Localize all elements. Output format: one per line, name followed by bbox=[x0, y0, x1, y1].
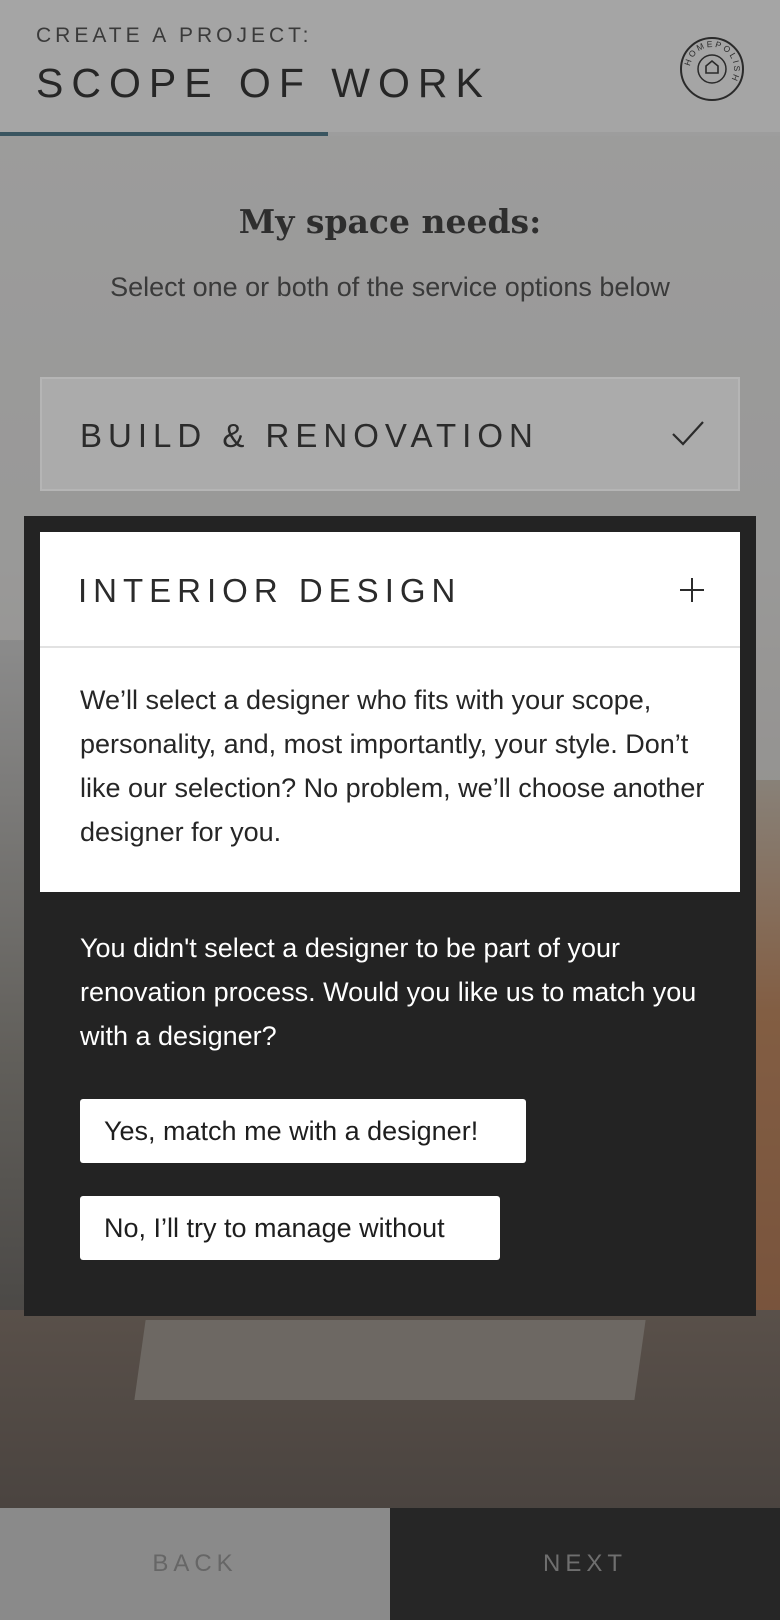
option-label: INTERIOR DESIGN bbox=[78, 572, 462, 609]
section-heading: My space needs: bbox=[238, 202, 542, 241]
next-button[interactable]: NEXT bbox=[390, 1508, 780, 1620]
plus-icon[interactable] bbox=[678, 576, 706, 604]
progress-bar bbox=[0, 132, 780, 136]
designer-match-modal: INTERIOR DESIGN We’ll select a designer … bbox=[24, 516, 756, 1316]
option-description: We’ll select a designer who fits with yo… bbox=[80, 685, 705, 847]
option-build-renovation[interactable]: BUILD & RENOVATION bbox=[40, 377, 740, 491]
option-header: INTERIOR DESIGN bbox=[40, 532, 740, 648]
page-header: CREATE A PROJECT: SCOPE OF WORK HOMEPOLI… bbox=[0, 0, 780, 136]
homepolish-logo-icon[interactable]: HOMEPOLISH bbox=[678, 35, 746, 103]
progress-bar-fill bbox=[0, 132, 328, 136]
checkmark-icon bbox=[672, 421, 704, 446]
option-label: BUILD & RENOVATION bbox=[80, 417, 539, 454]
option-interior-design[interactable]: INTERIOR DESIGN We’ll select a designer … bbox=[40, 532, 740, 892]
header-eyebrow: CREATE A PROJECT: bbox=[36, 24, 313, 47]
section-subtitle: Select one or both of the service option… bbox=[110, 272, 670, 302]
decline-designer-button[interactable]: No, I’ll try to manage without bbox=[80, 1196, 500, 1260]
back-button[interactable]: BACK bbox=[0, 1508, 390, 1620]
modal-prompt: You didn't select a designer to be part … bbox=[80, 933, 697, 1051]
page-title: SCOPE OF WORK bbox=[36, 60, 491, 106]
match-designer-button[interactable]: Yes, match me with a designer! bbox=[80, 1099, 526, 1163]
